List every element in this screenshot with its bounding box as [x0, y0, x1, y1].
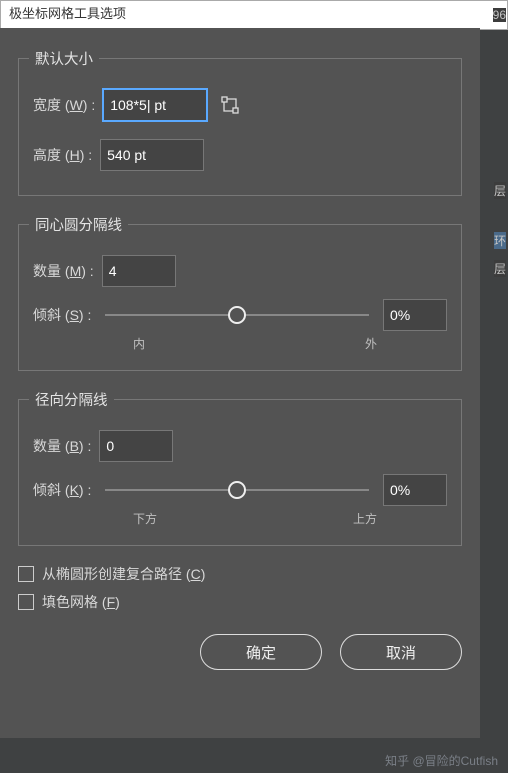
- width-label: 宽度 (W) :: [33, 95, 95, 115]
- height-input[interactable]: 540 pt: [100, 139, 204, 171]
- bg-frag-2: 环: [494, 232, 506, 249]
- concentric-right-end-label: 外: [365, 335, 377, 352]
- default-size-group: 默认大小 宽度 (W) : 108*5| pt 高度 (H) : 540 pt: [18, 48, 462, 196]
- concentric-skew-value[interactable]: 0%: [383, 299, 447, 331]
- radial-count-input[interactable]: 0: [99, 430, 173, 462]
- radial-skew-label: 倾斜 (K) :: [33, 480, 91, 500]
- compound-path-label: 从椭圆形创建复合路径 (C): [42, 564, 205, 584]
- default-size-legend: 默认大小: [29, 48, 99, 69]
- fill-grid-checkbox[interactable]: [18, 594, 34, 610]
- dialog-title: 极坐标网格工具选项: [9, 6, 126, 21]
- width-input[interactable]: 108*5| pt: [103, 89, 207, 121]
- radial-skew-thumb[interactable]: [228, 481, 246, 499]
- watermark: 知乎 @冒险的Cutfish: [385, 752, 498, 769]
- radial-group: 径向分隔线 数量 (B) : 0 倾斜 (K) : 0% 下方 上方: [18, 389, 462, 546]
- bg-top-right: 96: [493, 8, 506, 22]
- concentric-skew-slider[interactable]: [105, 314, 369, 316]
- concentric-skew-label: 倾斜 (S) :: [33, 305, 91, 325]
- radial-skew-slider[interactable]: [105, 489, 369, 491]
- concentric-count-input[interactable]: 4: [102, 255, 176, 287]
- dialog-titlebar[interactable]: 极坐标网格工具选项: [0, 0, 508, 30]
- ok-button[interactable]: 确定: [200, 634, 322, 670]
- concentric-legend: 同心圆分隔线: [29, 214, 128, 235]
- cancel-button[interactable]: 取消: [340, 634, 462, 670]
- compound-path-checkbox[interactable]: [18, 566, 34, 582]
- radial-legend: 径向分隔线: [29, 389, 114, 410]
- radial-skew-value[interactable]: 0%: [383, 474, 447, 506]
- compound-path-checkbox-row[interactable]: 从椭圆形创建复合路径 (C): [18, 564, 462, 584]
- radial-right-end-label: 上方: [353, 510, 377, 527]
- fill-grid-label: 填色网格 (F): [42, 592, 120, 612]
- concentric-count-label: 数量 (M) :: [33, 261, 94, 281]
- radial-left-end-label: 下方: [133, 510, 157, 527]
- concentric-left-end-label: 内: [133, 335, 145, 352]
- concentric-skew-thumb[interactable]: [228, 306, 246, 324]
- fill-grid-checkbox-row[interactable]: 填色网格 (F): [18, 592, 462, 612]
- dialog-body: 默认大小 宽度 (W) : 108*5| pt 高度 (H) : 540 pt: [0, 28, 480, 738]
- concentric-group: 同心圆分隔线 数量 (M) : 4 倾斜 (S) : 0% 内 外: [18, 214, 462, 371]
- height-label: 高度 (H) :: [33, 145, 92, 165]
- radial-count-label: 数量 (B) :: [33, 436, 91, 456]
- bg-frag-3: 层: [494, 260, 506, 277]
- constrain-proportions-icon[interactable]: [219, 94, 241, 116]
- bg-frag-1: 层: [494, 182, 506, 199]
- background-panel: [480, 0, 508, 773]
